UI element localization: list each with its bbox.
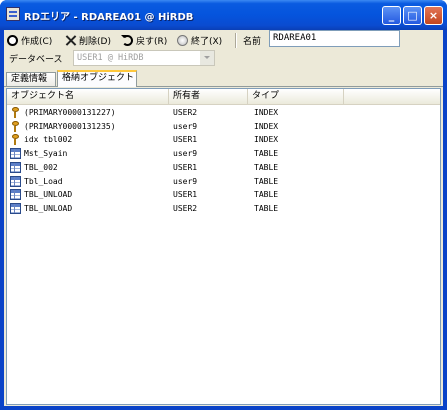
table-icon bbox=[10, 175, 21, 187]
create-button[interactable]: 作成(C) bbox=[7, 33, 52, 47]
table-row[interactable]: (PRIMARY0000131227) USER2 INDEX bbox=[7, 106, 440, 119]
create-icon bbox=[7, 34, 18, 46]
object-name-cell: idx tbl002 bbox=[24, 135, 73, 145]
owner-cell: USER1 bbox=[173, 190, 198, 200]
database-row: データベース USER1 @ HiRDB bbox=[4, 50, 443, 68]
tab-stored-objects[interactable]: 格納オブジェクト bbox=[57, 70, 137, 87]
key-icon bbox=[10, 107, 21, 118]
database-label: データベース bbox=[9, 54, 63, 65]
delete-label: 削除(D) bbox=[79, 36, 111, 47]
type-cell: TABLE bbox=[254, 176, 279, 186]
exit-button[interactable]: 終了(X) bbox=[177, 33, 222, 47]
object-name-cell: (PRIMARY0000131227) bbox=[24, 108, 116, 117]
column-header-type[interactable]: タイプ bbox=[248, 89, 344, 104]
column-header-owner[interactable]: 所有者 bbox=[169, 89, 248, 104]
key-icon bbox=[10, 134, 21, 146]
table-row[interactable]: (PRIMARY0000131235) user9 INDEX bbox=[7, 120, 440, 133]
app-window: RDエリア - RDAREA01 @ HiRDB _ □ × 作成(C) 削除(… bbox=[0, 0, 447, 410]
owner-cell: USER1 bbox=[173, 135, 198, 145]
table-row[interactable]: idx tbl002 USER1 INDEX bbox=[7, 133, 440, 146]
table-row[interactable]: Mst_Syain user9 TABLE bbox=[7, 147, 440, 160]
delete-button[interactable]: 削除(D) bbox=[65, 33, 111, 47]
exit-label: 終了(X) bbox=[191, 36, 223, 47]
chevron-down-icon[interactable] bbox=[200, 51, 214, 65]
delete-icon bbox=[65, 35, 76, 46]
owner-cell: USER2 bbox=[173, 108, 198, 117]
close-button[interactable]: × bbox=[424, 6, 443, 25]
window-title: RDエリア - RDAREA01 @ HiRDB bbox=[24, 12, 194, 23]
maximize-button[interactable]: □ bbox=[403, 6, 422, 25]
owner-cell: user9 bbox=[173, 121, 198, 131]
table-row[interactable]: TBL_UNLOAD USER2 TABLE bbox=[7, 202, 440, 215]
tab-strip: 定義情報 格納オブジェクト bbox=[4, 70, 443, 87]
owner-cell: USER2 bbox=[173, 203, 198, 213]
app-icon[interactable] bbox=[6, 7, 20, 21]
type-cell: TABLE bbox=[254, 203, 279, 213]
object-name-cell: TBL_UNLOAD bbox=[24, 203, 73, 213]
undo-button[interactable]: 戻す(R) bbox=[121, 33, 168, 47]
minimize-icon: _ bbox=[388, 9, 395, 22]
type-cell: TABLE bbox=[254, 149, 279, 159]
toolbar: 作成(C) 削除(D) 戻す(R) 終了(X) 名前 RDAREA01 bbox=[4, 30, 443, 50]
type-cell: INDEX bbox=[254, 108, 279, 117]
maximize-icon: □ bbox=[407, 9, 418, 22]
owner-cell: user9 bbox=[173, 149, 198, 159]
list-header: オブジェクト名 所有者 タイプ bbox=[7, 89, 440, 105]
type-cell: TABLE bbox=[254, 162, 279, 172]
key-icon bbox=[10, 120, 21, 132]
table-icon bbox=[10, 202, 21, 214]
title-bar[interactable]: RDエリア - RDAREA01 @ HiRDB _ □ × bbox=[0, 0, 447, 30]
owner-cell: user9 bbox=[173, 176, 198, 186]
name-input[interactable]: RDAREA01 bbox=[269, 30, 400, 47]
name-label: 名前 bbox=[243, 36, 262, 47]
database-value: USER1 @ HiRDB bbox=[77, 53, 144, 63]
objects-list[interactable]: オブジェクト名 所有者 タイプ (PRIMARY0000131227) USER2… bbox=[6, 88, 441, 405]
toolbar-separator bbox=[235, 33, 237, 48]
close-icon: × bbox=[428, 9, 439, 22]
undo-icon bbox=[121, 34, 133, 46]
database-select[interactable]: USER1 @ HiRDB bbox=[73, 50, 215, 66]
type-cell: TABLE bbox=[254, 190, 279, 200]
owner-cell: USER1 bbox=[173, 162, 198, 172]
undo-label: 戻す(R) bbox=[136, 36, 168, 47]
object-name-cell: Mst_Syain bbox=[24, 149, 68, 159]
table-row[interactable]: TBL_UNLOAD USER1 TABLE bbox=[7, 188, 440, 201]
table-icon bbox=[10, 161, 21, 173]
object-name-cell: TBL_002 bbox=[24, 162, 58, 172]
column-header-object-name[interactable]: オブジェクト名 bbox=[7, 89, 169, 104]
object-name-cell: (PRIMARY0000131235) bbox=[24, 121, 116, 131]
type-cell: INDEX bbox=[254, 135, 279, 145]
client-area: 作成(C) 削除(D) 戻す(R) 終了(X) 名前 RDAREA01 データベ… bbox=[4, 30, 443, 406]
tab-definition-info[interactable]: 定義情報 bbox=[6, 72, 56, 86]
type-cell: INDEX bbox=[254, 121, 279, 131]
table-row[interactable]: Tbl_Load user9 TABLE bbox=[7, 175, 440, 188]
table-icon bbox=[10, 148, 21, 160]
minimize-button[interactable]: _ bbox=[382, 6, 401, 25]
exit-icon bbox=[177, 34, 188, 46]
create-label: 作成(C) bbox=[21, 36, 53, 47]
table-icon bbox=[10, 189, 21, 201]
table-row[interactable]: TBL_002 USER1 TABLE bbox=[7, 161, 440, 174]
object-name-cell: TBL_UNLOAD bbox=[24, 190, 73, 200]
object-name-cell: Tbl_Load bbox=[24, 176, 63, 186]
